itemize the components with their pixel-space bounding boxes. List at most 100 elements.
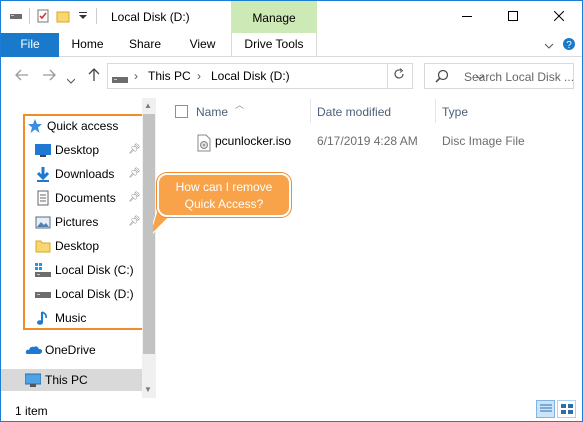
maximize-button[interactable]	[490, 1, 536, 31]
file-list: Name ︿ Date modified Type pcunlocker.iso…	[157, 96, 582, 396]
divider[interactable]	[435, 99, 436, 123]
tab-view[interactable]: View	[174, 33, 231, 57]
nav-item-desktop-folder[interactable]: Desktop	[35, 236, 99, 256]
tab-file[interactable]: File	[1, 33, 59, 57]
search-icon	[435, 69, 449, 86]
nav-item-onedrive[interactable]: OneDrive	[25, 340, 96, 360]
tab-share[interactable]: Share	[116, 33, 174, 57]
documents-icon	[35, 190, 51, 206]
nav-item-this-pc[interactable]: This PC	[24, 370, 88, 390]
nav-item-desktop[interactable]: Desktop	[35, 140, 99, 160]
drive-icon	[9, 9, 23, 23]
music-icon	[35, 310, 51, 326]
nav-item-label: Desktop	[55, 143, 100, 157]
refresh-button[interactable]	[387, 64, 410, 88]
nav-item-label: Downloads	[55, 167, 115, 181]
drive-icon	[112, 73, 128, 87]
pin-icon[interactable]: 📌︎	[128, 144, 141, 155]
refresh-icon	[394, 68, 404, 79]
file-name: pcunlocker.iso	[215, 134, 292, 148]
nav-scrollbar[interactable]: ▲ ▼	[142, 98, 156, 398]
customize-toolbar-icon[interactable]	[76, 9, 90, 23]
title-bar: Local Disk (D:) Manage	[1, 1, 582, 33]
windows-drive-icon	[35, 262, 51, 278]
column-header-type[interactable]: Type	[442, 105, 468, 119]
breadcrumb-local-disk[interactable]: Local Disk (D:)	[211, 69, 290, 83]
folder-icon	[35, 238, 51, 254]
navigation-pane: Quick access Desktop 📌︎ Downloads 📌︎ Doc…	[1, 98, 156, 398]
explorer-window: Local Disk (D:) Manage File Home Share V…	[0, 0, 583, 422]
properties-icon[interactable]	[36, 9, 50, 23]
recent-locations-icon[interactable]	[66, 71, 76, 87]
manage-context-tab[interactable]: Manage	[231, 1, 317, 33]
callout-text-line2: Quick Access?	[184, 197, 264, 211]
disc-image-icon	[197, 134, 211, 155]
search-box[interactable]: Search Local Disk ...	[424, 63, 574, 89]
nav-item-downloads[interactable]: Downloads	[35, 164, 114, 184]
select-all-checkbox[interactable]	[175, 105, 188, 118]
details-view-icon	[539, 404, 552, 412]
new-folder-icon[interactable]	[56, 9, 70, 23]
address-row: › This PC › Local Disk (D:) Search Local…	[1, 58, 582, 96]
nav-item-documents[interactable]: Documents	[35, 188, 116, 208]
nav-item-label: Pictures	[55, 215, 99, 229]
nav-quick-access[interactable]: Quick access	[27, 116, 118, 136]
divider	[29, 8, 30, 24]
tab-home[interactable]: Home	[59, 33, 116, 57]
desktop-icon	[35, 142, 51, 158]
breadcrumb-this-pc[interactable]: This PC	[148, 69, 191, 83]
address-bar[interactable]: › This PC › Local Disk (D:)	[107, 63, 485, 89]
pin-icon[interactable]: 📌︎	[128, 192, 141, 203]
file-type: Disc Image File	[442, 134, 525, 148]
nav-item-local-disk-d[interactable]: Local Disk (D:)	[35, 284, 134, 304]
details-view-button[interactable]	[536, 400, 555, 418]
help-icon[interactable]: ?	[562, 37, 576, 54]
tab-drive-tools[interactable]: Drive Tools	[231, 33, 317, 57]
nav-item-label: Quick access	[47, 119, 119, 133]
file-date: 6/17/2019 4:28 AM	[317, 134, 418, 148]
star-icon	[27, 118, 43, 134]
nav-item-label: OneDrive	[45, 343, 96, 357]
nav-item-label: Local Disk (C:)	[55, 263, 134, 277]
up-arrow-icon[interactable]	[88, 68, 100, 85]
scroll-down-icon[interactable]: ▼	[144, 385, 152, 394]
computer-icon	[24, 372, 42, 388]
drive-icon	[35, 286, 51, 302]
nav-item-local-disk-c[interactable]: Local Disk (C:)	[35, 260, 134, 280]
column-header-name[interactable]: Name	[196, 105, 228, 119]
column-header-date[interactable]: Date modified	[317, 105, 391, 119]
column-header-row: Name ︿ Date modified Type	[157, 96, 582, 126]
ribbon-tabs: File Home Share View Drive Tools ?	[1, 33, 582, 57]
close-button[interactable]	[536, 1, 582, 31]
callout-text-line1: How can I remove	[175, 180, 273, 194]
divider[interactable]	[310, 99, 311, 123]
pin-icon[interactable]: 📌︎	[128, 216, 141, 227]
nav-item-label: Documents	[55, 191, 116, 205]
quick-access-toolbar	[9, 8, 97, 24]
scroll-up-icon[interactable]: ▲	[144, 101, 152, 110]
pictures-icon	[35, 214, 51, 230]
nav-item-music[interactable]: Music	[35, 308, 86, 328]
sort-up-icon: ︿	[235, 100, 245, 110]
window-title: Local Disk (D:)	[111, 10, 190, 24]
status-bar: 1 item	[1, 398, 582, 421]
divider	[96, 8, 97, 24]
file-row[interactable]: pcunlocker.iso 6/17/2019 4:28 AM Disc Im…	[157, 130, 582, 152]
large-icons-view-icon	[560, 404, 573, 414]
forward-arrow-icon[interactable]	[42, 68, 56, 84]
nav-item-pictures[interactable]: Pictures	[35, 212, 98, 232]
chevron-right-icon[interactable]: ›	[134, 69, 138, 83]
nav-item-label: This PC	[45, 373, 88, 387]
large-icons-view-button[interactable]	[557, 400, 576, 418]
downloads-icon	[35, 166, 51, 182]
back-arrow-icon[interactable]	[15, 68, 29, 84]
callout-bubble: How can I remove Quick Access?	[157, 173, 291, 217]
expand-ribbon-icon[interactable]	[544, 39, 554, 53]
nav-item-label: Music	[55, 311, 87, 325]
minimize-button[interactable]	[444, 1, 490, 31]
nav-item-label: Desktop	[55, 239, 100, 253]
svg-text:?: ?	[566, 40, 572, 51]
search-placeholder: Search Local Disk ...	[464, 70, 575, 84]
pin-icon[interactable]: 📌︎	[128, 168, 141, 179]
chevron-right-icon[interactable]: ›	[197, 69, 201, 83]
